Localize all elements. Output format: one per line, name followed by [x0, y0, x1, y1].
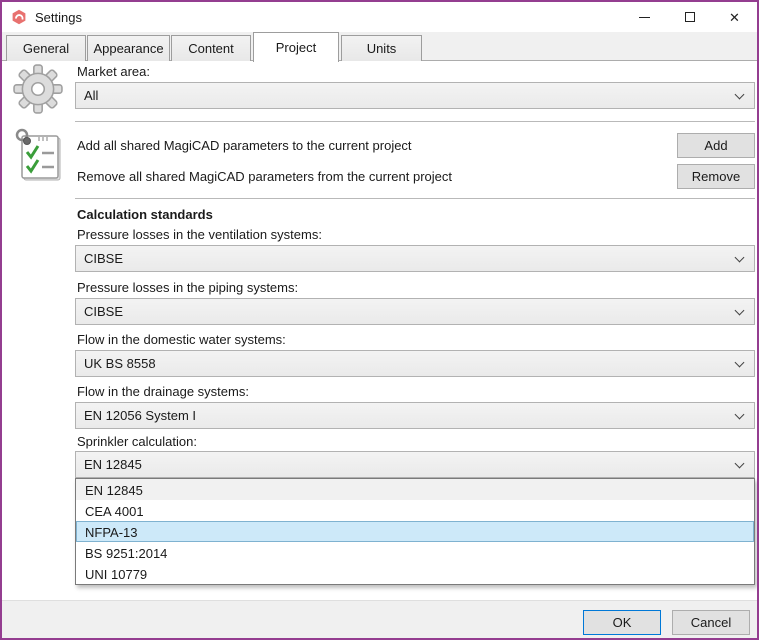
piping-pressure-value: CIBSE — [84, 304, 123, 319]
dropdown-option-uni10779[interactable]: UNI 10779 — [76, 563, 754, 584]
chevron-down-icon — [735, 90, 745, 100]
sprinkler-calculation-label: Sprinkler calculation: — [77, 434, 197, 449]
dropdown-option-en12845[interactable]: EN 12845 — [76, 479, 754, 500]
tab-general[interactable]: General — [6, 35, 86, 61]
domestic-water-select[interactable]: UK BS 8558 — [75, 350, 755, 377]
close-icon: ✕ — [729, 11, 740, 24]
ventilation-pressure-value: CIBSE — [84, 251, 123, 266]
chevron-down-icon — [735, 253, 745, 263]
chevron-down-icon — [735, 306, 745, 316]
piping-pressure-select[interactable]: CIBSE — [75, 298, 755, 325]
gear-icon — [13, 64, 63, 114]
chevron-down-icon — [735, 358, 745, 368]
market-area-label: Market area: — [77, 64, 150, 79]
sprinkler-calculation-value: EN 12845 — [84, 457, 142, 472]
drainage-flow-value: EN 12056 System I — [84, 408, 196, 423]
title-bar: Settings ✕ — [2, 2, 757, 32]
magicad-logo-icon — [11, 9, 27, 25]
remove-parameters-text: Remove all shared MagiCAD parameters fro… — [77, 169, 452, 184]
dialog-footer: OK Cancel — [2, 600, 757, 638]
maximize-icon — [685, 12, 695, 22]
chevron-down-icon — [735, 459, 745, 469]
ventilation-pressure-label: Pressure losses in the ventilation syste… — [77, 227, 322, 242]
section-divider — [75, 121, 755, 122]
window-title: Settings — [35, 10, 82, 25]
remove-button[interactable]: Remove — [677, 164, 755, 189]
dropdown-option-bs9251[interactable]: BS 9251:2014 — [76, 542, 754, 563]
add-button[interactable]: Add — [677, 133, 755, 158]
tab-appearance[interactable]: Appearance — [87, 35, 170, 61]
tab-strip: General Appearance Content Project Units — [2, 32, 757, 61]
drainage-flow-select[interactable]: EN 12056 System I — [75, 402, 755, 429]
cancel-button[interactable]: Cancel — [672, 610, 750, 635]
project-tab-panel: Market area: All Add all shared MagiCAD … — [2, 61, 757, 602]
ok-button[interactable]: OK — [583, 610, 661, 635]
domestic-water-value: UK BS 8558 — [84, 356, 156, 371]
maximize-button[interactable] — [667, 2, 712, 32]
checklist-clipboard-icon — [12, 128, 64, 184]
tab-content[interactable]: Content — [171, 35, 251, 61]
minimize-button[interactable] — [622, 2, 667, 32]
add-parameters-text: Add all shared MagiCAD parameters to the… — [77, 138, 412, 153]
dropdown-option-cea4001[interactable]: CEA 4001 — [76, 500, 754, 521]
section-divider — [75, 198, 755, 199]
tab-units[interactable]: Units — [341, 35, 422, 61]
close-button[interactable]: ✕ — [712, 2, 757, 32]
tab-project[interactable]: Project — [253, 32, 339, 62]
sprinkler-calculation-select[interactable]: EN 12845 — [75, 451, 755, 478]
market-area-select[interactable]: All — [75, 82, 755, 109]
drainage-flow-label: Flow in the drainage systems: — [77, 384, 249, 399]
minimize-icon — [639, 17, 650, 18]
chevron-down-icon — [735, 410, 745, 420]
settings-window: Settings ✕ General Appearance Content Pr… — [0, 0, 759, 640]
domestic-water-label: Flow in the domestic water systems: — [77, 332, 286, 347]
ventilation-pressure-select[interactable]: CIBSE — [75, 245, 755, 272]
dropdown-option-nfpa13[interactable]: NFPA-13 — [76, 521, 754, 542]
piping-pressure-label: Pressure losses in the piping systems: — [77, 280, 298, 295]
calculation-standards-heading: Calculation standards — [77, 207, 213, 222]
market-area-value: All — [84, 88, 98, 103]
sprinkler-dropdown-list: EN 12845 CEA 4001 NFPA-13 BS 9251:2014 U… — [75, 478, 755, 585]
